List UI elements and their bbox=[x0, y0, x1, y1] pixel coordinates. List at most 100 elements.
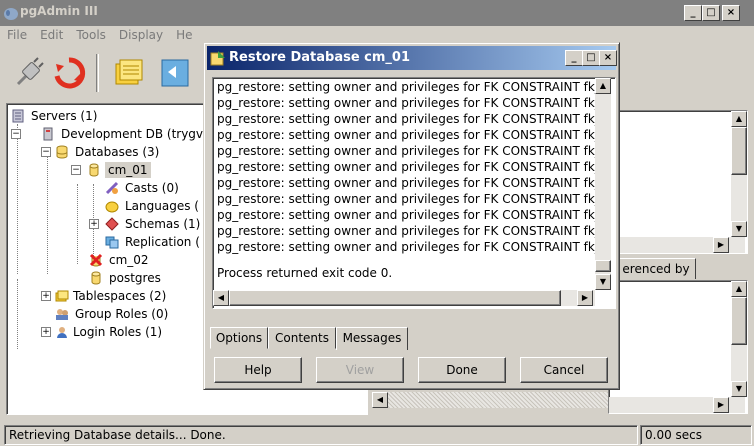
tab-messages[interactable]: Messages bbox=[336, 327, 408, 350]
properties-hscrollbar[interactable]: ▶ bbox=[609, 237, 745, 253]
scroll-thumb[interactable] bbox=[595, 260, 611, 272]
properties-icon[interactable] bbox=[112, 56, 146, 90]
languages-icon bbox=[105, 201, 119, 213]
menu-help[interactable]: He bbox=[169, 26, 198, 42]
tablespaces-icon bbox=[55, 290, 69, 302]
scroll-up-arrow[interactable]: ▲ bbox=[595, 78, 611, 94]
menu-display[interactable]: Display bbox=[112, 26, 169, 42]
scroll-thumb[interactable] bbox=[229, 290, 561, 306]
scroll-up-arrow[interactable]: ▲ bbox=[731, 281, 747, 297]
view-button[interactable]: View bbox=[316, 357, 404, 383]
menu-tools[interactable]: Tools bbox=[69, 26, 112, 42]
tab-referenced-by[interactable]: erenced by bbox=[616, 258, 696, 279]
tree-item-label: postgres bbox=[109, 271, 161, 285]
messages-list[interactable]: pg_restore: setting owner and privileges… bbox=[212, 77, 616, 309]
create-object-icon[interactable] bbox=[158, 56, 192, 90]
dialog-minimize-button[interactable]: _ bbox=[565, 50, 583, 66]
help-button[interactable]: Help bbox=[214, 357, 302, 383]
scroll-down-arrow[interactable]: ▼ bbox=[731, 381, 747, 397]
expand-toggle[interactable]: + bbox=[89, 219, 99, 229]
message-line: pg_restore: setting owner and privileges… bbox=[217, 112, 601, 126]
properties-pane[interactable]: ▲ ▼ ▶ bbox=[608, 110, 748, 254]
messages-hscrollbar[interactable]: ◀ ▶ bbox=[213, 290, 595, 306]
dialog-title-bar: Restore Database cm_01 _ □ × bbox=[207, 46, 617, 70]
main-minimize-button[interactable]: _ bbox=[684, 5, 702, 21]
menu-file[interactable]: File bbox=[0, 26, 33, 42]
refresh-icon[interactable] bbox=[52, 56, 86, 90]
main-close-button[interactable]: × bbox=[722, 5, 740, 21]
expand-toggle[interactable]: + bbox=[41, 291, 51, 301]
message-line: pg_restore: setting owner and privileges… bbox=[217, 208, 601, 222]
databases-icon bbox=[56, 145, 68, 159]
main-window-title: pgAdmin III bbox=[20, 4, 98, 18]
tree-item-label: cm_01 bbox=[105, 162, 151, 178]
dialog-close-button[interactable]: × bbox=[599, 50, 617, 66]
main-title-bar: pgAdmin III _ □ × bbox=[0, 0, 754, 26]
message-line: pg_restore: setting owner and privileges… bbox=[217, 128, 601, 142]
restore-icon bbox=[210, 51, 225, 66]
scroll-right-arrow[interactable]: ▶ bbox=[713, 237, 729, 253]
tree-line bbox=[17, 124, 18, 274]
message-line: pg_restore: setting owner and privileges… bbox=[217, 80, 601, 94]
message-line: pg_restore: setting owner and privileges… bbox=[217, 224, 601, 238]
tab-contents[interactable]: Contents bbox=[268, 327, 336, 349]
scroll-thumb[interactable] bbox=[731, 297, 747, 345]
sql-pane[interactable]: ▲ ▼ ▶ bbox=[608, 280, 748, 414]
database-icon bbox=[89, 163, 99, 177]
scroll-down-arrow[interactable]: ▼ bbox=[595, 274, 611, 290]
tree-item-label: Casts (0) bbox=[125, 181, 179, 195]
connect-plug-icon[interactable] bbox=[12, 56, 46, 90]
tree-line bbox=[17, 279, 18, 349]
replication-icon bbox=[105, 236, 119, 249]
tree-item-label: Schemas (1) bbox=[125, 217, 201, 231]
scroll-right-arrow[interactable]: ▶ bbox=[713, 397, 729, 413]
scroll-thumb[interactable] bbox=[731, 127, 747, 175]
restore-dialog: Restore Database cm_01 _ □ × pg_restore:… bbox=[203, 42, 620, 390]
cancel-button[interactable]: Cancel bbox=[520, 357, 608, 383]
tree-line bbox=[77, 184, 78, 264]
message-line: pg_restore: setting owner and privileges… bbox=[217, 160, 601, 174]
expand-toggle[interactable]: + bbox=[41, 327, 51, 337]
tree-item-label: Tablespaces (2) bbox=[73, 289, 167, 303]
properties-vscrollbar[interactable]: ▲ ▼ bbox=[731, 111, 747, 237]
dialog-title: Restore Database cm_01 bbox=[229, 50, 411, 65]
collapse-toggle[interactable]: − bbox=[41, 147, 51, 157]
scroll-right-arrow[interactable]: ▶ bbox=[577, 290, 593, 306]
tab-referenced-by-label: erenced by bbox=[622, 262, 690, 276]
collapse-toggle[interactable]: − bbox=[11, 129, 21, 139]
status-time: 0.00 secs bbox=[640, 425, 752, 445]
tree-item-label: Group Roles (0) bbox=[75, 307, 169, 321]
group-roles-icon bbox=[56, 309, 68, 320]
scroll-left-arrow[interactable]: ◀ bbox=[213, 290, 229, 306]
status-bar: Retrieving Database details... Done. 0.0… bbox=[0, 422, 754, 446]
toolbar-separator bbox=[96, 54, 99, 92]
done-button[interactable]: Done bbox=[418, 357, 506, 383]
dialog-maximize-button[interactable]: □ bbox=[582, 50, 600, 66]
menu-edit[interactable]: Edit bbox=[33, 26, 69, 42]
scroll-down-arrow[interactable]: ▼ bbox=[731, 221, 747, 237]
login-roles-icon bbox=[57, 327, 67, 338]
tree-item-label: Replication ( bbox=[125, 235, 200, 249]
message-line: pg_restore: setting owner and privileges… bbox=[217, 192, 601, 206]
status-text: Retrieving Database details... Done. bbox=[4, 425, 638, 445]
server-icon bbox=[43, 127, 53, 141]
database-error-icon bbox=[89, 253, 103, 267]
sql-vscrollbar[interactable]: ▲ ▼ bbox=[731, 281, 747, 397]
message-line: pg_restore: setting owner and privileges… bbox=[217, 240, 601, 254]
tree-item-label: Development DB (trygve bbox=[61, 127, 211, 141]
scroll-up-arrow[interactable]: ▲ bbox=[731, 111, 747, 127]
tree-item-label: cm_02 bbox=[109, 253, 149, 267]
casts-icon bbox=[105, 181, 119, 195]
schemas-icon bbox=[105, 217, 119, 231]
scroll-left-arrow[interactable]: ◀ bbox=[372, 392, 388, 408]
sql-hscrollbar[interactable]: ▶ bbox=[609, 397, 745, 413]
tab-options[interactable]: Options bbox=[210, 327, 268, 349]
messages-vscrollbar[interactable]: ▲ ▼ bbox=[595, 78, 611, 290]
tree-item-label: Databases (3) bbox=[75, 145, 160, 159]
tree-item-label: Languages ( bbox=[125, 199, 199, 213]
collapse-toggle[interactable]: − bbox=[71, 165, 81, 175]
message-line: pg_restore: setting owner and privileges… bbox=[217, 96, 601, 110]
main-maximize-button[interactable]: □ bbox=[702, 5, 720, 21]
lower-hscroll-track[interactable]: ◀ bbox=[372, 392, 608, 408]
servers-icon bbox=[12, 109, 24, 123]
